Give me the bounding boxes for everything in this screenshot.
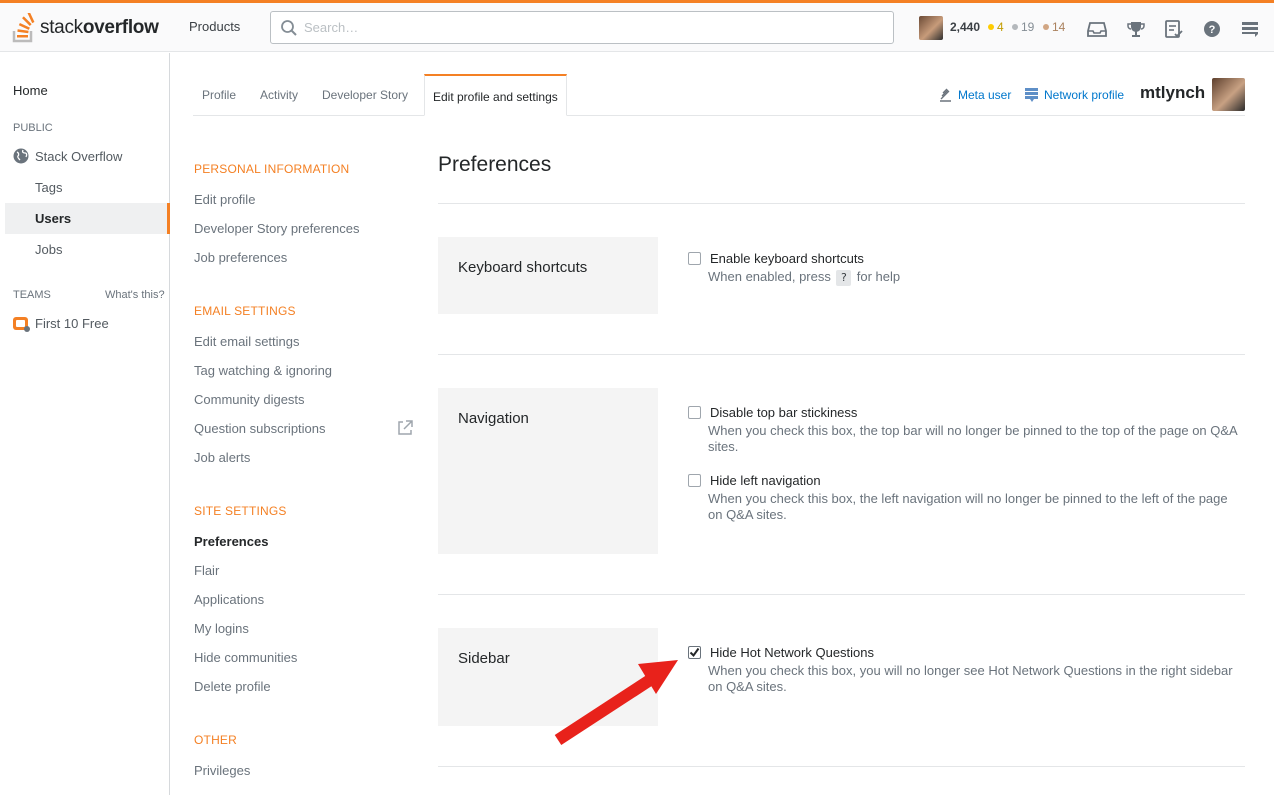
stackoverflow-logo-icon xyxy=(12,13,35,43)
keyboard-shortcuts-checkbox[interactable] xyxy=(688,252,701,265)
hide-communities-link[interactable]: Hide communities xyxy=(194,650,297,665)
keyboard-section-label: Keyboard shortcuts xyxy=(438,237,658,314)
preferences-link[interactable]: Preferences xyxy=(194,534,268,549)
site-switcher-icon[interactable] xyxy=(1239,18,1261,40)
external-link-icon[interactable] xyxy=(397,420,413,436)
tab-activity[interactable]: Activity xyxy=(260,74,298,116)
logo-text: stackoverflow xyxy=(40,17,159,38)
top-bar-stickiness-label[interactable]: Disable top bar stickiness xyxy=(710,405,857,420)
reputation-count: 2,440 xyxy=(950,20,981,34)
left-navigation: Home PUBLIC Stack Overflow Tags Users Jo… xyxy=(0,53,170,795)
job-prefs-link[interactable]: Job preferences xyxy=(194,250,287,265)
hide-left-nav-option: Hide left navigation When you check this… xyxy=(688,473,1243,523)
nav-tags[interactable]: Tags xyxy=(35,180,62,195)
review-icon[interactable] xyxy=(1163,18,1185,40)
svg-text:?: ? xyxy=(1209,24,1216,36)
help-icon[interactable]: ? xyxy=(1201,18,1223,40)
kbd-key: ? xyxy=(836,270,852,286)
nav-home[interactable]: Home xyxy=(13,83,48,98)
hide-hot-network-desc: When you check this box, you will no lon… xyxy=(708,663,1233,694)
search-box[interactable] xyxy=(270,11,894,44)
personal-info-heading: PERSONAL INFORMATION xyxy=(194,162,350,176)
divider xyxy=(438,203,1245,204)
profile-username: mtlynch xyxy=(1140,83,1206,102)
search-input[interactable] xyxy=(304,20,864,35)
stack-exchange-icon xyxy=(1025,88,1038,102)
network-profile-link[interactable]: Network profile xyxy=(1025,88,1124,102)
email-settings-heading: EMAIL SETTINGS xyxy=(194,304,296,318)
divider xyxy=(438,594,1245,595)
hide-left-nav-desc: When you check this box, the left naviga… xyxy=(708,491,1228,522)
flair-link[interactable]: Flair xyxy=(194,563,219,578)
bronze-badge-count: 14 xyxy=(1043,20,1065,34)
nav-stack-overflow[interactable]: Stack Overflow xyxy=(13,148,122,164)
divider xyxy=(438,766,1245,767)
top-bar-stickiness-desc: When you check this box, the top bar wil… xyxy=(708,423,1238,454)
my-logins-link[interactable]: My logins xyxy=(194,621,249,636)
community-digests-link[interactable]: Community digests xyxy=(194,392,305,407)
silver-badge-count: 19 xyxy=(1012,20,1034,34)
applications-link[interactable]: Applications xyxy=(194,592,264,607)
nav-public-heading: PUBLIC xyxy=(13,122,53,134)
site-settings-heading: SITE SETTINGS xyxy=(194,504,287,518)
nav-teams-heading: TEAMS xyxy=(13,289,51,301)
tag-watching-link[interactable]: Tag watching & ignoring xyxy=(194,363,332,378)
top-bar-stickiness-option: Disable top bar stickiness When you chec… xyxy=(688,405,1243,455)
search-icon xyxy=(281,19,297,36)
hide-hot-network-option: Hide Hot Network Questions When you chec… xyxy=(688,645,1243,695)
annotation-arrow-icon xyxy=(554,660,678,746)
edit-profile-link[interactable]: Edit profile xyxy=(194,192,255,207)
top-bar-stickiness-checkbox[interactable] xyxy=(688,406,701,419)
bronze-badge-icon xyxy=(1043,24,1049,30)
nav-users-active[interactable] xyxy=(5,203,170,234)
delete-profile-link[interactable]: Delete profile xyxy=(194,679,271,694)
other-heading: OTHER xyxy=(194,733,237,747)
nav-jobs[interactable]: Jobs xyxy=(35,242,62,257)
gold-badge-icon xyxy=(988,24,994,30)
tab-edit-profile[interactable]: Edit profile and settings xyxy=(424,74,567,116)
gold-badge-count: 4 xyxy=(988,20,1004,34)
keyboard-shortcuts-label[interactable]: Enable keyboard shortcuts xyxy=(710,251,864,266)
user-avatar[interactable] xyxy=(919,16,943,40)
keyboard-shortcuts-option: Enable keyboard shortcuts When enabled, … xyxy=(688,251,1243,286)
page-title: Preferences xyxy=(438,153,552,176)
edit-email-link[interactable]: Edit email settings xyxy=(194,334,300,349)
nav-first-10-free[interactable]: First 10 Free xyxy=(12,314,109,332)
tab-developer-story[interactable]: Developer Story xyxy=(322,74,408,116)
tab-profile[interactable]: Profile xyxy=(202,74,236,116)
achievements-icon[interactable] xyxy=(1125,18,1147,40)
inbox-icon[interactable] xyxy=(1086,18,1108,40)
briefcase-icon xyxy=(13,317,30,332)
silver-badge-icon xyxy=(1012,24,1018,30)
meta-icon xyxy=(940,88,951,102)
hide-hot-network-label[interactable]: Hide Hot Network Questions xyxy=(710,645,874,660)
navigation-section-label: Navigation xyxy=(438,388,658,554)
checkmark-icon xyxy=(689,647,700,658)
divider xyxy=(438,354,1245,355)
privileges-link[interactable]: Privileges xyxy=(194,763,250,778)
top-bar: stackoverflow Products 2,440 4 19 14 ? xyxy=(0,0,1274,52)
globe-icon xyxy=(13,148,29,164)
developer-story-prefs-link[interactable]: Developer Story preferences xyxy=(194,221,359,236)
whats-this-link[interactable]: What's this? xyxy=(105,289,165,301)
profile-avatar xyxy=(1212,78,1245,111)
hide-left-nav-checkbox[interactable] xyxy=(688,474,701,487)
products-menu[interactable]: Products xyxy=(189,19,240,34)
site-logo[interactable]: stackoverflow xyxy=(12,12,159,44)
question-subscriptions-link[interactable]: Question subscriptions xyxy=(194,421,326,436)
hide-left-nav-label[interactable]: Hide left navigation xyxy=(710,473,821,488)
meta-user-link[interactable]: Meta user xyxy=(939,88,1011,102)
nav-users[interactable]: Users xyxy=(35,211,71,226)
keyboard-shortcuts-desc: When enabled, press ? for help xyxy=(708,269,901,286)
job-alerts-link[interactable]: Job alerts xyxy=(194,450,250,465)
